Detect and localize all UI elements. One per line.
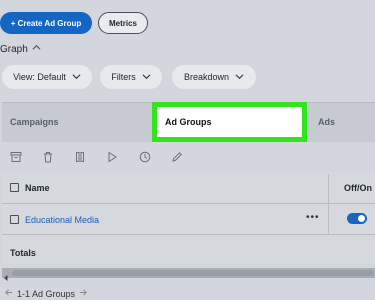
column-header-name[interactable]: Name xyxy=(25,183,50,193)
breakdown-dropdown[interactable]: Breakdown xyxy=(172,65,256,89)
prev-page-icon[interactable] xyxy=(4,288,13,299)
chevron-down-icon xyxy=(142,72,151,83)
metrics-button[interactable]: Metrics xyxy=(98,12,148,34)
column-divider xyxy=(328,174,329,234)
scrollbar-thumb[interactable] xyxy=(12,270,374,276)
totals-label: Totals xyxy=(10,248,36,258)
tab-ads[interactable]: Ads xyxy=(318,117,335,127)
pagination: 1-1 Ad Groups xyxy=(4,288,88,299)
ad-group-name-link[interactable]: Educational Media xyxy=(25,215,99,225)
tab-campaigns[interactable]: Campaigns xyxy=(10,117,59,127)
chevron-up-icon xyxy=(32,43,41,55)
chevron-down-icon xyxy=(72,72,81,83)
view-dropdown[interactable]: View: Default xyxy=(2,65,92,89)
graph-toggle[interactable]: Graph xyxy=(0,42,41,56)
row-checkbox[interactable] xyxy=(10,215,19,224)
edit-icon[interactable] xyxy=(171,150,183,162)
column-header-status[interactable]: Off/On xyxy=(344,183,372,193)
select-all-checkbox[interactable] xyxy=(10,183,19,192)
next-page-icon[interactable] xyxy=(79,288,88,299)
pagination-label: 1-1 Ad Groups xyxy=(17,288,76,299)
more-options-icon[interactable]: ••• xyxy=(306,212,320,223)
create-ad-group-button[interactable]: + Create Ad Group xyxy=(0,12,92,34)
pause-icon[interactable] xyxy=(74,150,86,162)
actions-toolbar xyxy=(2,142,375,172)
status-toggle[interactable] xyxy=(347,213,367,224)
horizontal-scrollbar[interactable] xyxy=(2,268,375,278)
tab-ad-groups-label: Ad Groups xyxy=(165,117,212,127)
header-divider xyxy=(2,203,375,204)
play-icon[interactable] xyxy=(106,150,118,163)
chevron-down-icon xyxy=(235,72,244,83)
schedule-icon[interactable] xyxy=(139,150,151,163)
filters-dropdown-label: Filters xyxy=(111,72,136,82)
filters-dropdown[interactable]: Filters xyxy=(100,65,162,89)
scroll-left-icon[interactable] xyxy=(2,269,10,281)
breakdown-dropdown-label: Breakdown xyxy=(183,72,230,82)
row-divider xyxy=(2,234,375,235)
view-dropdown-label: View: Default xyxy=(13,72,66,82)
archive-icon[interactable] xyxy=(10,150,22,162)
tab-ad-groups[interactable]: Ad Groups xyxy=(152,102,307,142)
delete-icon[interactable] xyxy=(42,150,54,163)
graph-label: Graph xyxy=(0,43,28,55)
